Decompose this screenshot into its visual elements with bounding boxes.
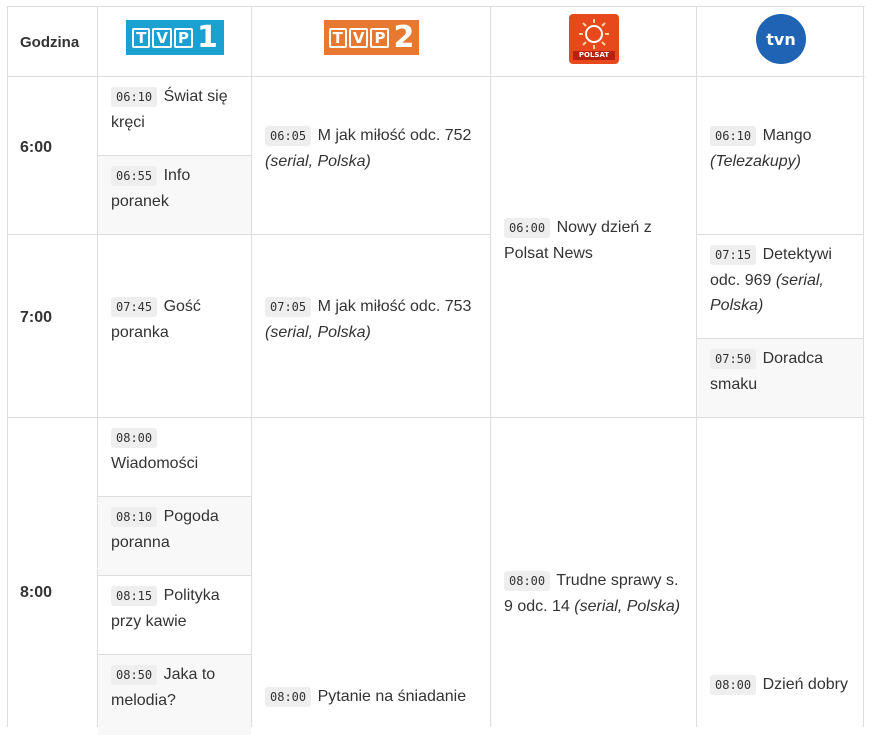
program-time: 06:10 (111, 87, 158, 107)
cell-divider (696, 234, 864, 235)
program-entry[interactable]: 07:45 Gość poranka (111, 294, 246, 345)
program-time: 08:00 (111, 428, 158, 448)
program-time: 08:00 (504, 571, 551, 591)
cell-divider (97, 654, 252, 655)
column-divider (97, 7, 98, 727)
logo-letter: T (132, 27, 151, 48)
tvn-logo[interactable]: tvn (756, 14, 806, 64)
hour-column-header: Godzina (20, 34, 80, 51)
column-divider (696, 7, 697, 727)
program-description: (serial, Polska) (265, 324, 371, 341)
program-title: M jak miłość odc. 753 (317, 298, 472, 315)
logo-letter: T (328, 27, 347, 48)
program-time: 07:15 (710, 245, 757, 265)
program-entry[interactable]: 08:15 Polityka przy kawie (111, 583, 246, 634)
program-title: Wiadomości (111, 455, 199, 472)
program-description: (Telezakupy) (710, 153, 802, 170)
program-title: Mango (762, 127, 812, 144)
program-entry[interactable]: 08:10 Pogoda poranna (111, 504, 246, 555)
program-time: 08:50 (111, 665, 158, 685)
program-time: 08:00 (710, 675, 757, 695)
program-entry[interactable]: 07:05 M jak miłość odc. 753 (serial, Pol… (265, 294, 480, 345)
program-entry[interactable]: 08:00 Pytanie na śniadanie (265, 684, 480, 710)
sun-icon (579, 19, 609, 49)
row-divider (8, 417, 865, 418)
program-title: M jak miłość odc. 752 (317, 127, 472, 144)
logo-number: 2 (393, 19, 415, 55)
program-time: 07:05 (265, 297, 312, 317)
program-time: 07:45 (111, 297, 158, 317)
logo-letter: P (370, 27, 390, 48)
tvp1-logo[interactable]: T V P 1 (126, 20, 224, 55)
program-entry[interactable]: 06:10 Świat się kręci (111, 84, 246, 135)
program-time: 07:50 (710, 349, 757, 369)
program-entry[interactable]: 08:00 Dzień dobry (710, 672, 855, 698)
hour-label: 7:00 (20, 309, 53, 326)
logo-letter: P (173, 27, 193, 48)
tvp2-logo[interactable]: T V P 2 (324, 20, 419, 55)
cell-divider (696, 338, 864, 339)
program-title: Dzień dobry (762, 676, 848, 693)
program-description: (serial, Polska) (574, 598, 681, 615)
program-entry[interactable]: 06:10 Mango (Telezakupy) (710, 123, 855, 174)
program-entry[interactable]: 06:55 Info poranek (111, 163, 246, 214)
column-divider (251, 7, 252, 727)
cell-divider (97, 496, 252, 497)
program-entry[interactable]: 07:15 Detektywi odc. 969 (serial, Polska… (710, 242, 855, 318)
program-time: 06:05 (265, 126, 312, 146)
program-time: 08:10 (111, 507, 158, 527)
program-entry[interactable]: 08:00 Trudne sprawy s. 9 odc. 14 (serial… (504, 568, 689, 619)
tv-schedule-table: Godzina T V P 1 T V P 2 POLSAT tvn 6:00 … (7, 6, 865, 735)
program-entry[interactable]: 07:50 Doradca smaku (710, 346, 855, 397)
hour-label: 6:00 (20, 139, 53, 156)
polsat-logo[interactable]: POLSAT (569, 14, 619, 64)
program-time: 08:00 (265, 687, 312, 707)
row-divider (8, 234, 491, 235)
column-divider (490, 7, 491, 727)
column-divider (863, 7, 864, 727)
logo-number: 1 (196, 19, 218, 55)
program-entry[interactable]: 06:00 Nowy dzień z Polsat News (504, 215, 684, 266)
program-entry[interactable]: 06:05 M jak miłość odc. 752 (serial, Pol… (265, 123, 480, 174)
polsat-caption: POLSAT (573, 51, 615, 60)
program-entry[interactable]: 08:00 Wiadomości (111, 425, 246, 476)
program-time: 06:10 (710, 126, 757, 146)
program-time: 08:15 (111, 586, 158, 606)
cell-divider (97, 155, 252, 156)
program-description: (serial, Polska) (265, 153, 371, 170)
hour-label: 8:00 (20, 584, 53, 601)
cell-divider (97, 575, 252, 576)
row-divider (8, 76, 865, 77)
logo-letter: V (152, 27, 172, 48)
program-time: 06:00 (504, 218, 551, 238)
logo-letter: V (348, 27, 369, 48)
program-time: 06:55 (111, 166, 158, 186)
program-entry[interactable]: 08:50 Jaka to melodia? (111, 662, 246, 713)
